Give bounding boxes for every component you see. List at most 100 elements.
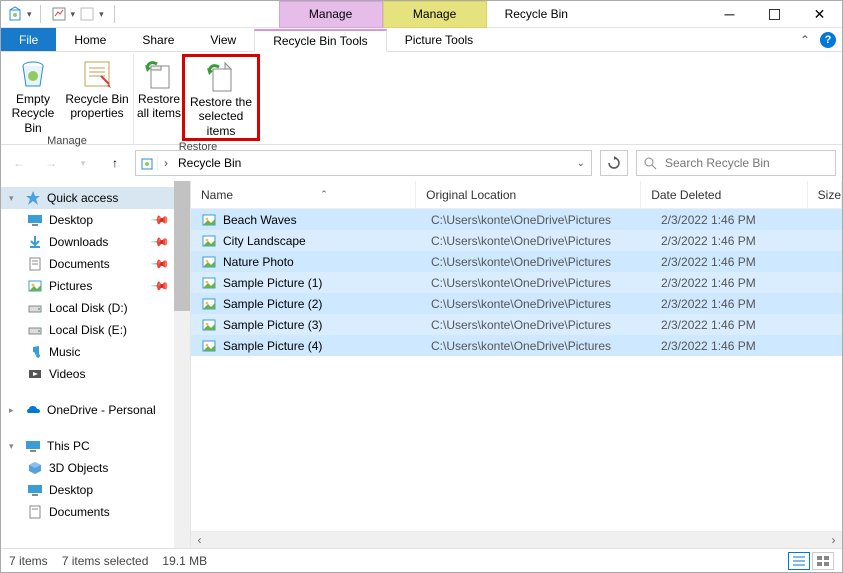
restore-all-items-button[interactable]: Restore all items xyxy=(136,54,182,141)
file-date-deleted: 2/3/2022 1:46 PM xyxy=(651,255,821,269)
restore-selected-items-button[interactable]: Restore the selected items xyxy=(182,54,260,141)
qat-properties-icon[interactable] xyxy=(49,4,69,24)
separator xyxy=(114,5,115,23)
expand-icon[interactable]: ▸ xyxy=(9,405,19,416)
file-original-location: C:\Users\konte\OneDrive\Pictures xyxy=(421,339,651,353)
picture-file-icon xyxy=(201,317,217,333)
qat-chevron2-icon[interactable]: ▾ xyxy=(99,9,104,20)
sidebar-item-pc-desktop[interactable]: Desktop xyxy=(1,479,190,501)
table-row[interactable]: City LandscapeC:\Users\konte\OneDrive\Pi… xyxy=(191,230,842,251)
refresh-button[interactable] xyxy=(600,150,628,176)
collapse-ribbon-icon[interactable]: ⌃ xyxy=(800,33,810,47)
sidebar-label: Local Disk (D:) xyxy=(49,301,128,315)
view-thumbnails-button[interactable] xyxy=(812,552,834,570)
sidebar-item-documents[interactable]: Documents📌 xyxy=(1,253,190,275)
column-header-size[interactable]: Size xyxy=(808,181,842,208)
pin-icon[interactable]: 📌 xyxy=(150,276,170,296)
maximize-button[interactable] xyxy=(752,1,797,28)
navigation-row: ← → ▾ ↑ › Recycle Bin ⌄ xyxy=(1,145,842,181)
recycle-bin-properties-button[interactable]: Recycle Bin properties xyxy=(63,54,131,135)
expand-icon[interactable]: ▾ xyxy=(9,441,19,452)
search-icon xyxy=(643,156,657,170)
qat-chevron-icon[interactable]: ▾ xyxy=(71,9,76,20)
column-header-name-label: Name xyxy=(201,188,233,202)
sidebar-item-music[interactable]: Music xyxy=(1,341,190,363)
back-button[interactable]: ← xyxy=(7,151,31,175)
recycle-bin-properties-label: Recycle Bin properties xyxy=(63,92,131,121)
up-button[interactable]: ↑ xyxy=(103,151,127,175)
onedrive-icon xyxy=(25,402,41,418)
sidebar-item-desktop[interactable]: Desktop📌 xyxy=(1,209,190,231)
qat-menu-chevron-icon[interactable]: ▾ xyxy=(27,9,32,20)
column-header-name[interactable]: Name⌃ xyxy=(191,181,416,208)
empty-recycle-bin-button[interactable]: Empty Recycle Bin xyxy=(3,54,63,135)
context-tab-recycle[interactable]: Manage xyxy=(279,1,383,28)
tab-recycle-bin-tools[interactable]: Recycle Bin Tools xyxy=(254,29,387,52)
file-original-location: C:\Users\konte\OneDrive\Pictures xyxy=(421,255,651,269)
column-header-date[interactable]: Date Deleted xyxy=(641,181,807,208)
scroll-right-icon[interactable]: › xyxy=(825,533,842,547)
table-row[interactable]: Sample Picture (3)C:\Users\konte\OneDriv… xyxy=(191,314,842,335)
tabs-row: File Home Share View Recycle Bin Tools P… xyxy=(1,28,842,52)
file-original-location: C:\Users\konte\OneDrive\Pictures xyxy=(421,297,651,311)
tab-share[interactable]: Share xyxy=(124,28,192,51)
horizontal-scrollbar[interactable]: ‹ › xyxy=(191,531,842,548)
downloads-icon xyxy=(27,234,43,250)
restore-selected-icon xyxy=(205,61,237,93)
close-button[interactable]: ✕ xyxy=(797,1,842,28)
desktop-icon xyxy=(27,482,43,498)
address-dropdown-icon[interactable]: ⌄ xyxy=(577,158,591,169)
view-details-button[interactable] xyxy=(788,552,810,570)
column-header-location[interactable]: Original Location xyxy=(416,181,641,208)
tab-file[interactable]: File xyxy=(1,28,56,51)
search-input[interactable] xyxy=(663,155,829,171)
tab-picture-tools[interactable]: Picture Tools xyxy=(387,28,491,51)
sidebar-item-pc-documents[interactable]: Documents xyxy=(1,501,190,523)
scroll-left-icon[interactable]: ‹ xyxy=(191,533,208,547)
documents-icon xyxy=(27,504,43,520)
breadcrumb-chevron-icon[interactable]: › xyxy=(158,156,174,170)
picture-file-icon xyxy=(201,254,217,270)
sidebar-item-quick-access[interactable]: ▾ Quick access xyxy=(1,187,190,209)
sidebar-item-local-e[interactable]: Local Disk (E:) xyxy=(1,319,190,341)
nav-scrollbar-thumb[interactable] xyxy=(174,181,190,311)
column-headers: Name⌃ Original Location Date Deleted Siz… xyxy=(191,181,842,209)
breadcrumb-location[interactable]: Recycle Bin xyxy=(174,156,245,170)
sidebar-item-pictures[interactable]: Pictures📌 xyxy=(1,275,190,297)
table-row[interactable]: Sample Picture (1)C:\Users\konte\OneDriv… xyxy=(191,272,842,293)
search-box[interactable] xyxy=(636,150,836,176)
tab-view[interactable]: View xyxy=(192,28,254,51)
table-row[interactable]: Beach WavesC:\Users\konte\OneDrive\Pictu… xyxy=(191,209,842,230)
sidebar-item-downloads[interactable]: Downloads📌 xyxy=(1,231,190,253)
help-icon[interactable]: ? xyxy=(820,32,836,48)
navigation-pane[interactable]: ▾ Quick access Desktop📌 Downloads📌 Docum… xyxy=(1,181,191,548)
sidebar-item-this-pc[interactable]: ▾ This PC xyxy=(1,435,190,457)
pin-icon[interactable]: 📌 xyxy=(150,210,170,230)
context-tab-picture[interactable]: Manage xyxy=(383,1,487,28)
sidebar-item-local-d[interactable]: Local Disk (D:) xyxy=(1,297,190,319)
pin-icon[interactable]: 📌 xyxy=(150,232,170,252)
minimize-button[interactable]: ─ xyxy=(707,1,752,28)
file-name: Sample Picture (1) xyxy=(223,276,322,290)
qat-newfolder-icon[interactable] xyxy=(77,4,97,24)
sidebar-item-videos[interactable]: Videos xyxy=(1,363,190,385)
tab-home[interactable]: Home xyxy=(56,28,124,51)
sidebar-label: This PC xyxy=(47,439,90,453)
forward-button[interactable]: → xyxy=(39,151,63,175)
recycle-bin-properties-icon xyxy=(81,58,113,90)
picture-file-icon xyxy=(201,296,217,312)
table-row[interactable]: Nature PhotoC:\Users\konte\OneDrive\Pict… xyxy=(191,251,842,272)
status-bar: 7 items 7 items selected 19.1 MB xyxy=(1,548,842,572)
table-row[interactable]: Sample Picture (4)C:\Users\konte\OneDriv… xyxy=(191,335,842,356)
location-icon[interactable] xyxy=(136,155,158,171)
table-row[interactable]: Sample Picture (2)C:\Users\konte\OneDriv… xyxy=(191,293,842,314)
sidebar-item-3d-objects[interactable]: 3D Objects xyxy=(1,457,190,479)
sidebar-item-onedrive[interactable]: ▸OneDrive - Personal xyxy=(1,399,190,421)
drive-icon xyxy=(27,300,43,316)
file-date-deleted: 2/3/2022 1:46 PM xyxy=(651,213,821,227)
address-bar[interactable]: › Recycle Bin ⌄ xyxy=(135,150,592,176)
recycle-bin-icon xyxy=(5,4,25,24)
expand-icon[interactable]: ▾ xyxy=(9,193,19,204)
pin-icon[interactable]: 📌 xyxy=(150,254,170,274)
history-chevron-icon[interactable]: ▾ xyxy=(71,151,95,175)
